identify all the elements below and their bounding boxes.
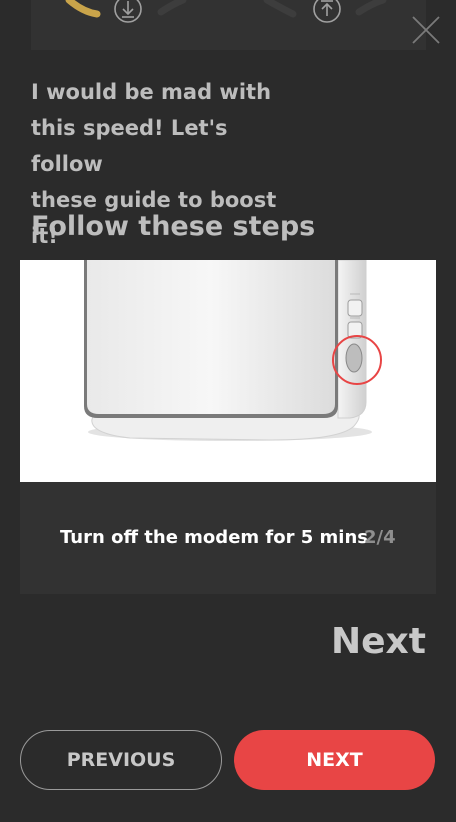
step-card: Turn off the modem for 5 mins 2/4	[20, 260, 436, 594]
step-counter: 2/4	[364, 527, 396, 548]
section-title: Follow these steps	[31, 211, 316, 242]
close-icon	[412, 16, 440, 44]
download-icon	[114, 0, 142, 23]
previous-button[interactable]: PREVIOUS	[20, 730, 222, 790]
speed-gauge-card	[31, 0, 426, 50]
screen: I would be mad with this speed! Let's fo…	[0, 0, 456, 822]
next-button[interactable]: NEXT	[234, 730, 435, 790]
modem-illustration	[20, 260, 436, 482]
upload-icon	[313, 0, 341, 23]
speed-gauge-graphic	[65, 0, 387, 23]
close-button[interactable]	[410, 14, 442, 46]
step-caption: Turn off the modem for 5 mins	[60, 527, 369, 548]
next-link[interactable]: Next	[300, 618, 426, 666]
